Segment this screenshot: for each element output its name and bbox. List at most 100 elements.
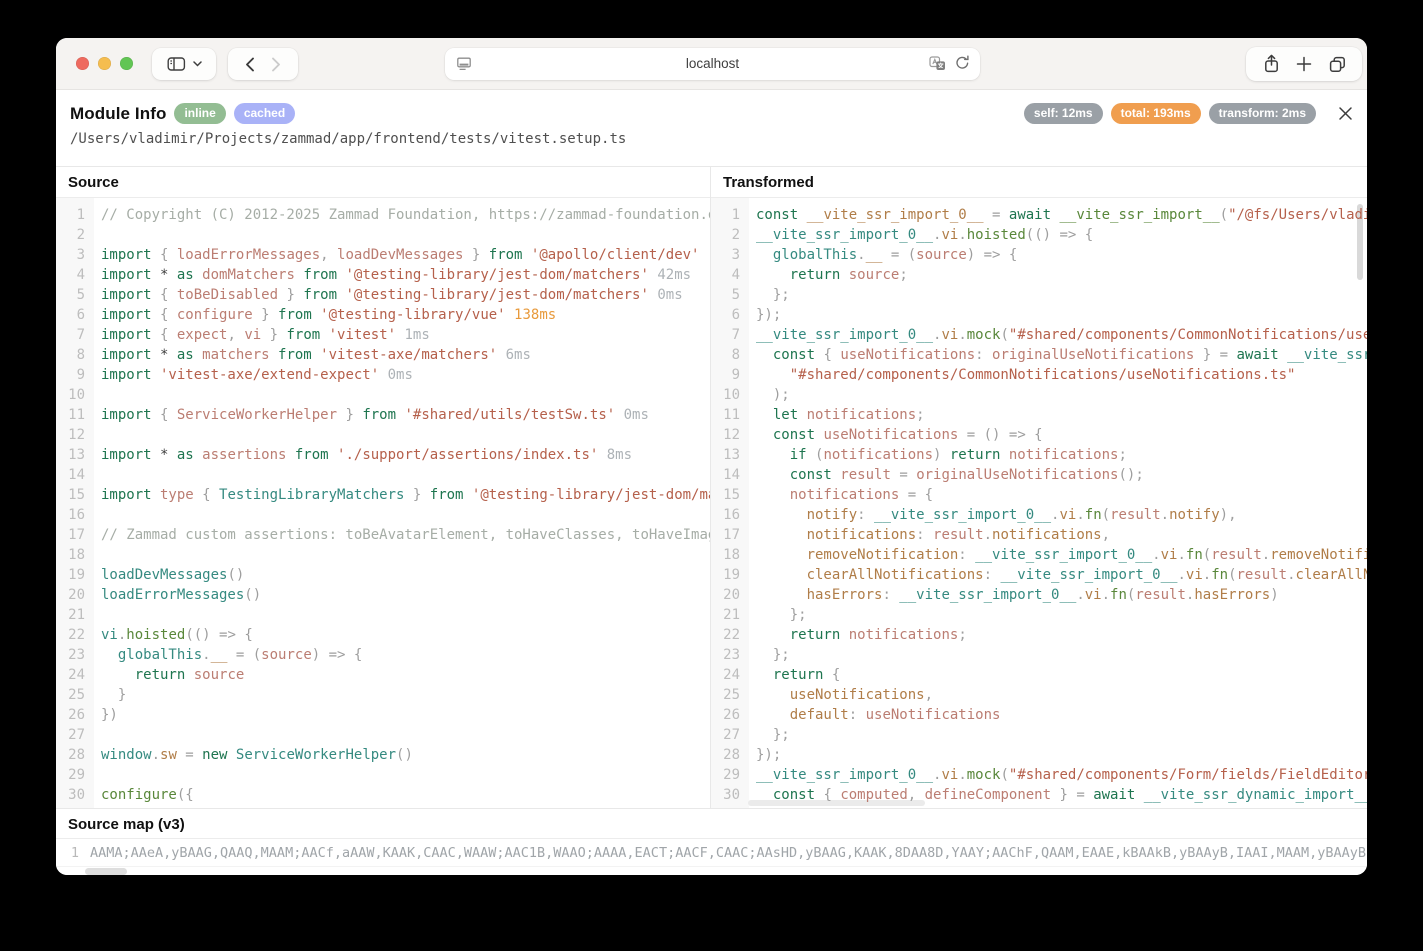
line-number: 8 — [711, 345, 749, 365]
line-number: 28 — [56, 745, 94, 765]
line-number: 21 — [711, 605, 749, 625]
line-number: 14 — [711, 465, 749, 485]
browser-toolbar: localhost — [56, 38, 1367, 90]
inline-badge: inline — [174, 103, 225, 124]
transformed-panel-title: Transformed — [711, 167, 1367, 198]
code-line: 25 useNotifications, — [711, 685, 1367, 705]
code-line: 26 default: useNotifications — [711, 705, 1367, 725]
code-line: 8 const { useNotifications: originalUseN… — [711, 345, 1367, 365]
line-number: 17 — [711, 525, 749, 545]
minimize-window-button[interactable] — [98, 57, 111, 70]
code-line: 29 — [56, 765, 710, 785]
forward-button[interactable] — [271, 57, 281, 72]
source-panel-title: Source — [56, 167, 710, 198]
module-file-path: /Users/vladimir/Projects/zammad/app/fron… — [70, 131, 626, 147]
code-line: 3import { loadErrorMessages, loadDevMess… — [56, 245, 710, 265]
code-line: 27 }; — [711, 725, 1367, 745]
line-number: 15 — [711, 485, 749, 505]
sidebar-toggle[interactable] — [152, 48, 216, 80]
line-number: 1 — [56, 845, 86, 861]
code-line: 7__vite_ssr_import_0__.vi.mock("#shared/… — [711, 325, 1367, 345]
tab-overview-icon[interactable] — [1329, 56, 1346, 73]
line-number: 19 — [56, 565, 94, 585]
code-line: 20loadErrorMessages() — [56, 585, 710, 605]
code-line: 2__vite_ssr_import_0__.vi.hoisted(() => … — [711, 225, 1367, 245]
line-number: 19 — [711, 565, 749, 585]
line-number: 27 — [56, 725, 94, 745]
line-number: 10 — [56, 385, 94, 405]
line-number: 8 — [56, 345, 94, 365]
close-window-button[interactable] — [76, 57, 89, 70]
line-number: 12 — [56, 425, 94, 445]
line-number: 22 — [56, 625, 94, 645]
line-number: 23 — [711, 645, 749, 665]
self-time-badge: self: 12ms — [1024, 103, 1103, 124]
address-bar[interactable]: localhost — [445, 48, 980, 80]
code-line: 23 globalThis.__ = (source) => { — [56, 645, 710, 665]
line-number: 20 — [56, 585, 94, 605]
maximize-window-button[interactable] — [120, 57, 133, 70]
line-number: 30 — [711, 785, 749, 805]
line-number: 21 — [56, 605, 94, 625]
code-panels: Source 1// Copyright (C) 2012-2025 Zamma… — [56, 166, 1367, 808]
translate-icon[interactable] — [929, 56, 946, 71]
code-line: 1// Copyright (C) 2012-2025 Zammad Found… — [56, 205, 710, 225]
line-number: 5 — [711, 285, 749, 305]
close-panel-button[interactable] — [1338, 106, 1353, 121]
line-number: 24 — [711, 665, 749, 685]
code-line: 3 globalThis.__ = (source) => { — [711, 245, 1367, 265]
line-number: 22 — [711, 625, 749, 645]
code-line: 16 — [56, 505, 710, 525]
code-line: 30 const { computed, defineComponent } =… — [711, 785, 1367, 805]
code-line: 30configure({ — [56, 785, 710, 805]
nav-buttons — [228, 48, 298, 80]
sourcemap-line: 1 AAMA;AAeA,yBAAG,QAAQ,MAAM;AACf,aAAW,KA… — [56, 839, 1367, 867]
share-icon[interactable] — [1263, 54, 1280, 74]
code-line: 19 clearAllNotifications: __vite_ssr_imp… — [711, 565, 1367, 585]
line-number: 2 — [56, 225, 94, 245]
new-tab-icon[interactable] — [1296, 56, 1312, 72]
line-number: 9 — [56, 365, 94, 385]
code-line: 14 const result = originalUseNotificatio… — [711, 465, 1367, 485]
line-number: 13 — [56, 445, 94, 465]
browser-window: localhost — [56, 38, 1367, 875]
source-panel: Source 1// Copyright (C) 2012-2025 Zamma… — [56, 167, 710, 808]
code-line: 13import * as assertions from './support… — [56, 445, 710, 465]
sourcemap-horizontal-scrollbar[interactable] — [85, 868, 127, 875]
sidebar-icon — [167, 56, 186, 72]
code-line: 17 notifications: result.notifications, — [711, 525, 1367, 545]
code-line: 24 return source — [56, 665, 710, 685]
code-line: 9 "#shared/components/CommonNotification… — [711, 365, 1367, 385]
line-number: 25 — [56, 685, 94, 705]
line-number: 27 — [711, 725, 749, 745]
code-line: 23 }; — [711, 645, 1367, 665]
code-line: 1const __vite_ssr_import_0__ = await __v… — [711, 205, 1367, 225]
sourcemap-mapping: AAMA;AAeA,yBAAG,QAAQ,MAAM;AACf,aAAW,KAAK… — [86, 845, 1367, 861]
line-number: 11 — [711, 405, 749, 425]
code-line: 6import { configure } from '@testing-lib… — [56, 305, 710, 325]
code-line: 12 const useNotifications = () => { — [711, 425, 1367, 445]
code-line: 6}); — [711, 305, 1367, 325]
line-number: 23 — [56, 645, 94, 665]
line-number: 5 — [56, 285, 94, 305]
source-code: 1// Copyright (C) 2012-2025 Zammad Found… — [56, 198, 710, 808]
code-line: 10 — [56, 385, 710, 405]
code-line: 25 } — [56, 685, 710, 705]
code-line: 10 ); — [711, 385, 1367, 405]
line-number: 14 — [56, 465, 94, 485]
line-number: 17 — [56, 525, 94, 545]
line-number: 7 — [56, 325, 94, 345]
code-line: 5import { toBeDisabled } from '@testing-… — [56, 285, 710, 305]
line-number: 1 — [56, 205, 94, 225]
reload-icon[interactable] — [955, 55, 970, 71]
code-line: 24 return { — [711, 665, 1367, 685]
line-number: 3 — [56, 245, 94, 265]
page-title: Module Info — [70, 104, 166, 124]
code-line: 29__vite_ssr_import_0__.vi.mock("#shared… — [711, 765, 1367, 785]
transform-time-badge: transform: 2ms — [1209, 103, 1316, 124]
cached-badge: cached — [234, 103, 295, 124]
back-button[interactable] — [245, 57, 255, 72]
traffic-lights — [76, 57, 133, 70]
line-number: 4 — [711, 265, 749, 285]
line-number: 6 — [711, 305, 749, 325]
